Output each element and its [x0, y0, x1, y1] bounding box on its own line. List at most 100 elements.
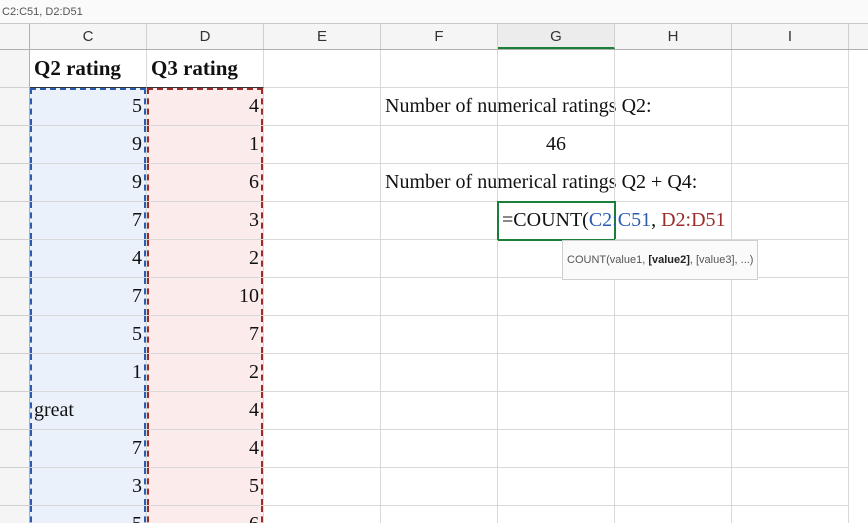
- cell-d4[interactable]: 6: [147, 164, 264, 202]
- cell-i11[interactable]: [732, 430, 849, 468]
- cell-f7[interactable]: [381, 278, 498, 316]
- cell-h8[interactable]: [615, 316, 732, 354]
- cell-g5-formula[interactable]: =COUNT(C2:C51, D2:D51 COUNT(value1, [val…: [498, 202, 615, 240]
- col-header-d[interactable]: D: [147, 24, 264, 49]
- cell-e13[interactable]: [264, 506, 381, 523]
- cell-d13[interactable]: 6: [147, 506, 264, 523]
- cell-d1[interactable]: Q3 rating: [147, 50, 264, 88]
- grid[interactable]: Q2 rating Q3 rating 5 4 Number of numeri…: [0, 50, 868, 523]
- cell-g3[interactable]: 46: [498, 126, 615, 164]
- cell-d12[interactable]: 5: [147, 468, 264, 506]
- cell-g11[interactable]: [498, 430, 615, 468]
- row-header[interactable]: [0, 126, 30, 164]
- cell-d2[interactable]: 4: [147, 88, 264, 126]
- cell-f4[interactable]: Number of numerical ratings Q2 + Q4:: [381, 164, 498, 202]
- cell-d5[interactable]: 3: [147, 202, 264, 240]
- col-header-i[interactable]: I: [732, 24, 849, 49]
- cell-c13[interactable]: 5: [30, 506, 147, 523]
- cell-f5[interactable]: [381, 202, 498, 240]
- cell-i7[interactable]: [732, 278, 849, 316]
- cell-e3[interactable]: [264, 126, 381, 164]
- cell-d6[interactable]: 2: [147, 240, 264, 278]
- cell-i1[interactable]: [732, 50, 849, 88]
- cell-e8[interactable]: [264, 316, 381, 354]
- cell-d7[interactable]: 10: [147, 278, 264, 316]
- cell-e6[interactable]: [264, 240, 381, 278]
- cell-c1[interactable]: Q2 rating: [30, 50, 147, 88]
- cell-i13[interactable]: [732, 506, 849, 523]
- cell-f11[interactable]: [381, 430, 498, 468]
- cell-f1[interactable]: [381, 50, 498, 88]
- cell-h4[interactable]: [615, 164, 732, 202]
- col-header-c[interactable]: C: [30, 24, 147, 49]
- cell-g4[interactable]: [498, 164, 615, 202]
- cell-i9[interactable]: [732, 354, 849, 392]
- cell-h9[interactable]: [615, 354, 732, 392]
- cell-e7[interactable]: [264, 278, 381, 316]
- cell-f12[interactable]: [381, 468, 498, 506]
- cell-d8[interactable]: 7: [147, 316, 264, 354]
- cell-e1[interactable]: [264, 50, 381, 88]
- cell-i8[interactable]: [732, 316, 849, 354]
- cell-e11[interactable]: [264, 430, 381, 468]
- select-all-corner[interactable]: [0, 24, 30, 49]
- cell-c12[interactable]: 3: [30, 468, 147, 506]
- row-header[interactable]: [0, 240, 30, 278]
- col-header-h[interactable]: H: [615, 24, 732, 49]
- cell-i3[interactable]: [732, 126, 849, 164]
- cell-c7[interactable]: 7: [30, 278, 147, 316]
- row-header[interactable]: [0, 202, 30, 240]
- row-header[interactable]: [0, 316, 30, 354]
- cell-f8[interactable]: [381, 316, 498, 354]
- row-header[interactable]: [0, 50, 30, 88]
- col-header-f[interactable]: F: [381, 24, 498, 49]
- cell-c6[interactable]: 4: [30, 240, 147, 278]
- cell-g9[interactable]: [498, 354, 615, 392]
- cell-c2[interactable]: 5: [30, 88, 147, 126]
- cell-g7[interactable]: [498, 278, 615, 316]
- cell-g2[interactable]: [498, 88, 615, 126]
- cell-e12[interactable]: [264, 468, 381, 506]
- cell-e2[interactable]: [264, 88, 381, 126]
- cell-f3[interactable]: [381, 126, 498, 164]
- cell-d11[interactable]: 4: [147, 430, 264, 468]
- cell-h1[interactable]: [615, 50, 732, 88]
- cell-f9[interactable]: [381, 354, 498, 392]
- row-header[interactable]: [0, 392, 30, 430]
- cell-g8[interactable]: [498, 316, 615, 354]
- row-header[interactable]: [0, 88, 30, 126]
- cell-e4[interactable]: [264, 164, 381, 202]
- cell-e5[interactable]: [264, 202, 381, 240]
- row-header[interactable]: [0, 468, 30, 506]
- cell-g12[interactable]: [498, 468, 615, 506]
- spreadsheet[interactable]: C D E F G H I Q2 rating Q3 rating 5 4 Nu…: [0, 24, 868, 523]
- cell-d9[interactable]: 2: [147, 354, 264, 392]
- cell-f6[interactable]: [381, 240, 498, 278]
- cell-h5[interactable]: [615, 202, 732, 240]
- cell-i10[interactable]: [732, 392, 849, 430]
- cell-g10[interactable]: [498, 392, 615, 430]
- cell-c9[interactable]: 1: [30, 354, 147, 392]
- col-header-e[interactable]: E: [264, 24, 381, 49]
- cell-i4[interactable]: [732, 164, 849, 202]
- cell-h7[interactable]: [615, 278, 732, 316]
- cell-f10[interactable]: [381, 392, 498, 430]
- cell-h12[interactable]: [615, 468, 732, 506]
- cell-e9[interactable]: [264, 354, 381, 392]
- row-header[interactable]: [0, 354, 30, 392]
- cell-f2[interactable]: Number of numerical ratings Q2:: [381, 88, 498, 126]
- cell-e10[interactable]: [264, 392, 381, 430]
- cell-f13[interactable]: [381, 506, 498, 523]
- cell-c3[interactable]: 9: [30, 126, 147, 164]
- cell-c5[interactable]: 7: [30, 202, 147, 240]
- cell-i12[interactable]: [732, 468, 849, 506]
- cell-g1[interactable]: [498, 50, 615, 88]
- cell-h10[interactable]: [615, 392, 732, 430]
- cell-d3[interactable]: 1: [147, 126, 264, 164]
- cell-c10[interactable]: great: [30, 392, 147, 430]
- cell-i2[interactable]: [732, 88, 849, 126]
- cell-h2[interactable]: [615, 88, 732, 126]
- cell-d10[interactable]: 4: [147, 392, 264, 430]
- cell-h3[interactable]: [615, 126, 732, 164]
- cell-i5[interactable]: [732, 202, 849, 240]
